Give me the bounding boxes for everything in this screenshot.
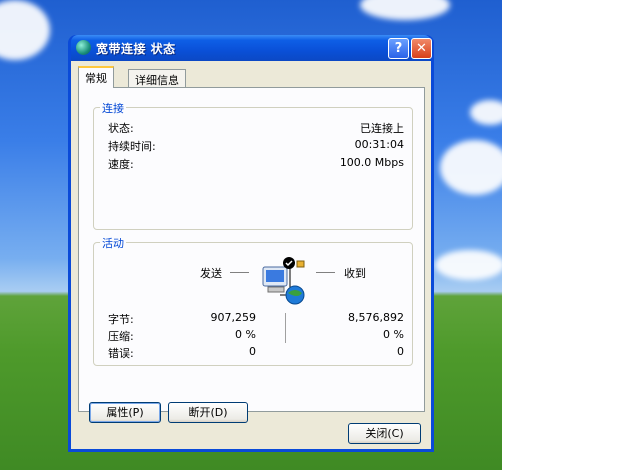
speed-value: 100.0 Mbps [339, 156, 404, 169]
tab-panel: 连接 状态: 已连接上 持续时间: 00:31:04 速度: 100.0 Mbp… [78, 87, 425, 412]
cloud [470, 100, 502, 125]
errors-received: 0 [397, 345, 404, 358]
connection-group: 连接 状态: 已连接上 持续时间: 00:31:04 速度: 100.0 Mbp… [93, 100, 413, 230]
duration-value: 00:31:04 [354, 138, 404, 151]
status-dialog: 宽带连接 状态 ? ✕ 常规 详细信息 连接 状态: 已连接上 持续时间: 00… [68, 35, 434, 452]
received-line [316, 272, 335, 273]
compression-sent: 0 % [235, 328, 256, 341]
received-header: 收到 [344, 267, 366, 280]
window-title: 宽带连接 状态 [96, 42, 176, 56]
cloud [435, 250, 502, 280]
cloud [360, 0, 450, 20]
bytes-label: 字节: [108, 313, 134, 326]
speed-label: 速度: [108, 158, 134, 171]
status-label: 状态: [108, 122, 134, 135]
errors-label: 错误: [108, 347, 134, 360]
network-activity-icon [262, 257, 305, 305]
network-globe-icon [76, 40, 91, 55]
title-bar[interactable]: 宽带连接 状态 ? ✕ [71, 35, 432, 61]
tab-details[interactable]: 详细信息 [128, 69, 186, 87]
close-window-button[interactable]: ✕ [411, 38, 432, 59]
connection-group-title: 连接 [100, 100, 126, 116]
compression-received: 0 % [383, 328, 404, 341]
errors-sent: 0 [249, 345, 256, 358]
tab-general[interactable]: 常规 [78, 66, 114, 88]
activity-group-title: 活动 [100, 235, 126, 251]
compression-label: 压缩: [108, 330, 134, 343]
activity-divider [285, 313, 286, 343]
cloud [440, 140, 502, 195]
bytes-received: 8,576,892 [348, 311, 404, 324]
help-button[interactable]: ? [388, 38, 409, 59]
sent-line [230, 272, 249, 273]
duration-label: 持续时间: [108, 140, 156, 153]
cloud [0, 0, 50, 60]
bytes-sent: 907,259 [210, 311, 257, 324]
activity-group: 活动 发送 收到 字节: 907,259 8,576,892 压缩: 0 % 0… [93, 235, 413, 366]
close-button[interactable]: 关闭(C) [348, 423, 421, 444]
dialog-body: 常规 详细信息 连接 状态: 已连接上 持续时间: 00:31:04 速度: 1… [71, 61, 431, 449]
status-value: 已连接上 [360, 122, 404, 135]
sent-header: 发送 [200, 267, 222, 280]
disconnect-button[interactable]: 断开(D) [168, 402, 248, 423]
properties-button[interactable]: 属性(P) [89, 402, 161, 423]
